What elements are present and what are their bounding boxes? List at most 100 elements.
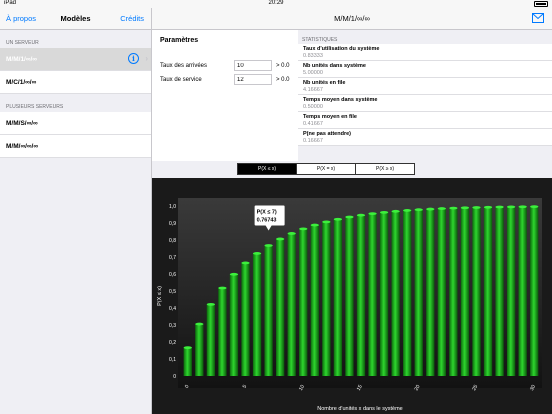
bar-cap [206, 302, 216, 306]
arrival-rate-constraint: > 0.0 [276, 63, 290, 69]
bar[interactable] [183, 347, 192, 376]
model-item-mc1[interactable]: M/C/1/∞/∞ [0, 71, 151, 94]
model-item-label: M/M/1/∞/∞ [6, 56, 37, 63]
stat-value: 0.16667 [303, 138, 323, 144]
y-tick-label: 0,9 [169, 221, 176, 227]
bar[interactable] [287, 233, 296, 376]
model-item-mm1[interactable]: M/M/1/∞/∞ i › [0, 48, 151, 71]
service-rate-input[interactable] [234, 74, 272, 85]
bar[interactable] [426, 209, 435, 376]
detail-title: M/M/1/∞/∞ [334, 14, 370, 23]
bar[interactable] [495, 207, 504, 376]
stat-title: Temps moyen dans système [303, 97, 378, 103]
stat-row: Temps moyen en file 0.41667 [298, 112, 552, 129]
bar-cap [356, 213, 366, 217]
detail-pane: M/M/1/∞/∞ Paramètres Taux des arrivées >… [152, 8, 552, 414]
bar[interactable] [206, 304, 216, 376]
bar[interactable] [379, 212, 389, 376]
stat-value: 0.41667 [303, 121, 323, 127]
bar-cap [368, 212, 377, 216]
bar[interactable] [506, 206, 516, 376]
bar[interactable] [218, 287, 227, 376]
bar[interactable] [530, 206, 539, 376]
credits-button[interactable]: Crédits [120, 14, 144, 23]
bar[interactable] [460, 207, 470, 376]
y-tick-label: 0,7 [169, 255, 176, 261]
bar-cap [391, 209, 400, 213]
bar[interactable] [437, 208, 446, 376]
stat-value: 5.00000 [303, 70, 323, 76]
bar[interactable] [252, 253, 262, 376]
bar[interactable] [241, 262, 250, 376]
y-axis-label: P(X ≤ x) [157, 286, 163, 306]
bar-cap [252, 252, 262, 255]
y-tick-label: 0,3 [169, 323, 176, 329]
y-tick-label: 0,4 [169, 306, 176, 312]
bar-cap [449, 206, 458, 210]
bar-cap [472, 206, 481, 209]
master-navbar: À propos Modèles Crédits [0, 8, 151, 30]
bar[interactable] [391, 211, 400, 376]
bar[interactable] [299, 228, 308, 376]
bar-cap [264, 244, 273, 247]
bar[interactable] [368, 213, 377, 376]
stat-row: P(ne pas attendre) 0.16667 [298, 129, 552, 146]
x-axis-label: Nombre d'unités x dans le système [317, 406, 402, 412]
statistics-panel: STATISTIQUES Taux d'utilisation du systè… [298, 30, 552, 161]
bar[interactable] [414, 209, 423, 376]
param-row-service: Taux de service > 0.0 [160, 74, 294, 86]
bar-cap [276, 237, 285, 241]
bar[interactable] [483, 207, 493, 376]
bar[interactable] [403, 210, 412, 376]
segment-pmf[interactable]: P(X = x) [297, 164, 356, 174]
stat-title: P(ne pas attendre) [303, 131, 351, 137]
stat-title: Nb unités en file [303, 80, 346, 86]
bar-cap [345, 215, 354, 219]
stat-row: Taux d'utilisation du système 0.83333 [298, 44, 552, 61]
bar[interactable] [310, 225, 319, 376]
model-item-mminf[interactable]: M/M/∞/∞/∞ [0, 135, 151, 158]
bar-cap [414, 208, 423, 212]
model-item-mms[interactable]: M/M/S/∞/∞ [0, 112, 151, 135]
bar-cap [437, 207, 446, 210]
info-icon[interactable]: i [128, 53, 139, 64]
bar[interactable] [449, 208, 458, 376]
bar-cap [241, 261, 250, 265]
arrival-rate-input[interactable] [234, 60, 272, 71]
detail-navbar: M/M/1/∞/∞ [152, 8, 552, 30]
bar-cap [183, 346, 192, 350]
segment-survival[interactable]: P(X ≥ x) [356, 164, 414, 174]
bar-cap [506, 205, 516, 209]
stat-value: 0.50000 [303, 104, 323, 110]
tooltip-value: 0.76743 [257, 218, 277, 224]
y-tick-label: 0,2 [169, 340, 176, 346]
y-tick-label: 0,6 [169, 272, 176, 278]
segment-cdf[interactable]: P(X ≤ x) [238, 164, 297, 174]
bar[interactable] [518, 206, 527, 376]
mail-icon[interactable] [532, 13, 544, 23]
bar[interactable] [356, 215, 366, 376]
bar-cap [218, 286, 227, 290]
bar-cap [287, 232, 296, 235]
battery-icon [534, 1, 548, 7]
bar[interactable] [276, 238, 285, 376]
stat-title: Nb unités dans système [303, 63, 366, 69]
bar-cap [495, 205, 504, 209]
section-header-multi-server: PLUSIEURS SERVEURS [6, 104, 64, 110]
bar[interactable] [195, 324, 204, 376]
bar[interactable] [333, 219, 343, 376]
bar[interactable] [264, 245, 273, 376]
y-tick-label: 0,1 [169, 357, 176, 363]
master-pane: À propos Modèles Crédits UN SERVEUR M/M/… [0, 8, 152, 414]
stat-row: Nb unités dans système 5.00000 [298, 61, 552, 78]
bar[interactable] [229, 274, 239, 376]
bar[interactable] [345, 217, 354, 376]
bar[interactable] [472, 207, 481, 376]
model-item-label: M/M/∞/∞/∞ [6, 143, 38, 150]
bar-cap [333, 217, 343, 221]
bar-cap [322, 220, 331, 224]
stat-title: Taux d'utilisation du système [303, 46, 380, 52]
bar-cap [299, 227, 308, 231]
stat-row: Nb unités en file 4.16667 [298, 78, 552, 95]
bar[interactable] [322, 221, 331, 376]
